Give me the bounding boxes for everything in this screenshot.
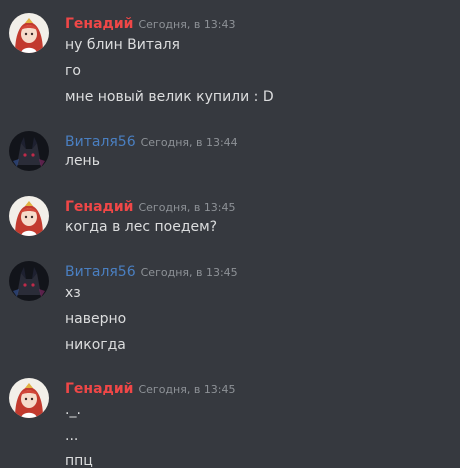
user-avatar-icon[interactable]: [9, 131, 49, 171]
message-text: мне новый велик купили : D: [65, 89, 274, 105]
user-avatar-icon[interactable]: [9, 378, 49, 418]
username[interactable]: Виталя56: [65, 264, 136, 280]
timestamp: Сегодня, в 13:43: [138, 18, 236, 31]
message-text: ...: [65, 428, 79, 444]
message-text: ну блин Виталя: [65, 37, 180, 53]
timestamp: Сегодня, в 13:45: [140, 266, 238, 279]
chat-message-list: Генадий Сегодня, в 13:43 ну блин Виталя г…: [0, 0, 460, 468]
timestamp: Сегодня, в 13:45: [138, 383, 236, 396]
message-text: ._.: [65, 402, 81, 418]
message-text: никогда: [65, 337, 126, 353]
username[interactable]: Генадий: [65, 381, 133, 397]
username[interactable]: Генадий: [65, 199, 133, 215]
message-text: хз: [65, 285, 81, 301]
username[interactable]: Виталя56: [65, 134, 136, 150]
message-text: го: [65, 63, 81, 79]
timestamp: Сегодня, в 13:44: [140, 136, 238, 149]
user-avatar-icon[interactable]: [9, 261, 49, 301]
message-text: лень: [65, 153, 100, 169]
message-text: ппц: [65, 453, 93, 468]
message-text: наверно: [65, 311, 127, 327]
message-text: когда в лес поедем?: [65, 219, 218, 235]
username[interactable]: Генадий: [65, 16, 133, 32]
timestamp: Сегодня, в 13:45: [138, 201, 236, 214]
user-avatar-icon[interactable]: [9, 13, 49, 53]
user-avatar-icon[interactable]: [9, 196, 49, 236]
